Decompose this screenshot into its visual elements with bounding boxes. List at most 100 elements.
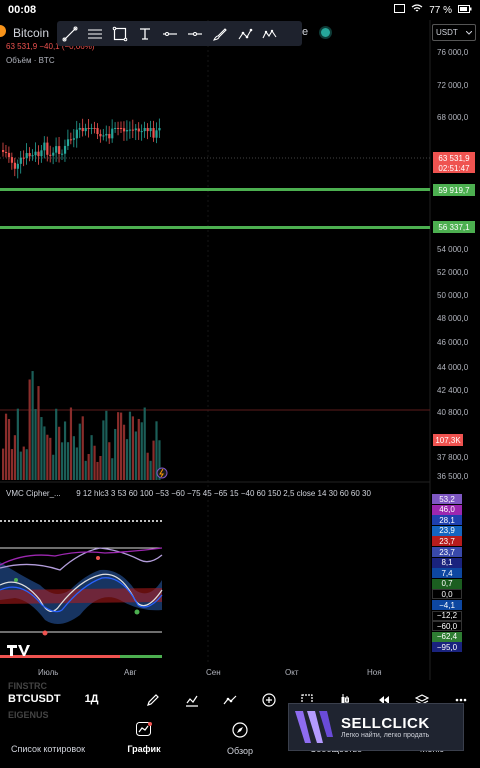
oscillator-value-badge: 53,2 bbox=[432, 494, 462, 504]
volume-bar bbox=[105, 410, 108, 480]
sellclick-logo-icon bbox=[295, 711, 333, 743]
oscillator-legend[interactable]: VMC Cipher_... 9 12 hlc3 3 53 60 100 −53… bbox=[6, 489, 371, 498]
nav-item-chart[interactable]: График bbox=[96, 718, 192, 768]
candle-body bbox=[78, 128, 81, 130]
candle-body bbox=[46, 142, 49, 155]
price-tick: 46 000,0 bbox=[437, 338, 469, 347]
candlestick-series bbox=[2, 118, 161, 179]
volume-bar bbox=[128, 411, 132, 480]
pencil-icon[interactable] bbox=[142, 689, 164, 711]
chart-canvas[interactable]: 76 000,0 72 000,0 68 000,0 54 000,0 52 0… bbox=[0, 0, 480, 768]
volume-bar bbox=[63, 421, 67, 480]
horizontal-line-icon[interactable] bbox=[182, 21, 207, 46]
volume-bar bbox=[152, 440, 155, 480]
oscillator-value-badge: 8,1 bbox=[432, 557, 462, 568]
abc-pattern-icon[interactable] bbox=[232, 21, 257, 46]
trend-bar-red bbox=[0, 655, 120, 658]
volume-bar bbox=[43, 426, 46, 480]
candle-body bbox=[155, 130, 158, 138]
volume-bar bbox=[78, 423, 81, 480]
candle-body bbox=[128, 129, 132, 131]
trend-line-icon[interactable] bbox=[219, 689, 241, 711]
volume-bar bbox=[96, 461, 99, 480]
volume-bar bbox=[31, 371, 34, 480]
volume-bar bbox=[149, 460, 152, 480]
candle-body bbox=[69, 139, 73, 141]
ad-brand: SELLCLICK bbox=[341, 715, 430, 732]
volume-bar bbox=[111, 458, 114, 480]
horizontal-ray-icon[interactable] bbox=[157, 21, 182, 46]
volume-bar bbox=[69, 407, 73, 480]
oscillator-value-badge: 23,7 bbox=[432, 536, 462, 547]
oscillator-value-badge: −12,2 bbox=[432, 610, 462, 621]
oscillator-value-badge: 46,0 bbox=[432, 504, 462, 515]
rectangle-icon[interactable] bbox=[107, 21, 132, 46]
ticker-symbol[interactable]: BTCUSDT bbox=[8, 693, 61, 705]
time-tick: Окт bbox=[285, 668, 299, 677]
volume-bar bbox=[4, 413, 8, 480]
volume-bar bbox=[137, 418, 140, 480]
volume-bar bbox=[87, 453, 90, 480]
brush-icon[interactable] bbox=[207, 21, 232, 46]
ticker-row[interactable]: BTCUSDT 1Д bbox=[8, 693, 99, 705]
add-icon[interactable] bbox=[258, 689, 280, 711]
volume-bar bbox=[2, 448, 5, 480]
volume-bar bbox=[66, 442, 70, 480]
volume-bar bbox=[46, 434, 49, 480]
compass-icon bbox=[232, 722, 248, 743]
sell-signal-dot bbox=[42, 630, 48, 636]
price-axis[interactable]: 76 000,0 72 000,0 68 000,0 54 000,0 52 0… bbox=[437, 48, 469, 481]
indicators-icon[interactable] bbox=[181, 689, 203, 711]
volume-bar bbox=[40, 417, 43, 480]
volume-bar bbox=[28, 379, 31, 480]
candle-body bbox=[72, 138, 75, 140]
volume-bar bbox=[93, 445, 96, 480]
support-level-lower[interactable] bbox=[0, 226, 430, 229]
candle-body bbox=[37, 151, 40, 157]
candle-body bbox=[16, 163, 19, 169]
oscillator-pane[interactable] bbox=[0, 520, 163, 658]
candle-body bbox=[87, 128, 90, 129]
buy-signal-dot bbox=[134, 609, 140, 615]
volume-bar bbox=[37, 386, 40, 480]
volume-bar bbox=[25, 449, 28, 480]
oscillator-value-badge: 7,4 bbox=[432, 568, 462, 579]
candle-body bbox=[122, 128, 126, 132]
time-axis[interactable]: Июль Авг Сен Окт Ноя bbox=[0, 666, 430, 680]
xabcd-pattern-icon[interactable] bbox=[257, 21, 282, 46]
volume-bar bbox=[72, 436, 75, 480]
candle-body bbox=[61, 153, 64, 155]
ghost-symbol: FINSTRC bbox=[8, 681, 47, 691]
candle-body bbox=[84, 128, 87, 132]
trend-bar-green bbox=[120, 655, 162, 658]
candle-body bbox=[10, 157, 14, 163]
price-tick: 52 000,0 bbox=[437, 268, 469, 277]
volume-bar bbox=[49, 437, 52, 480]
lightning-icon[interactable] bbox=[156, 467, 168, 479]
oscillator-value-badge: 28,1 bbox=[432, 515, 462, 526]
volume-bar bbox=[134, 431, 137, 480]
oscillator-value-badge: −95,0 bbox=[432, 642, 462, 653]
countdown-badge: 02:51:47 bbox=[433, 163, 475, 173]
oscillator-value-badge: −4,1 bbox=[432, 600, 462, 610]
candle-body bbox=[66, 139, 70, 146]
volume-bar bbox=[102, 420, 105, 480]
volume-bar bbox=[84, 460, 87, 480]
signal-dot bbox=[96, 556, 100, 560]
nav-item-watchlist[interactable]: Список котировок bbox=[0, 718, 96, 768]
text-tool-icon[interactable] bbox=[132, 21, 157, 46]
ad-banner[interactable]: SELLCLICK Легко найти, легко продать bbox=[288, 703, 464, 751]
candle-body bbox=[158, 128, 161, 131]
support-level-upper[interactable] bbox=[0, 188, 430, 191]
candle-body bbox=[22, 157, 25, 159]
candle-body bbox=[111, 128, 114, 139]
candle-body bbox=[143, 128, 146, 132]
nav-item-explore[interactable]: Обзор bbox=[192, 718, 288, 768]
interval-select[interactable]: 1Д bbox=[85, 693, 99, 705]
volume-bar bbox=[34, 409, 37, 480]
price-tick: 76 000,0 bbox=[437, 48, 469, 57]
trend-line-tool-icon[interactable] bbox=[57, 21, 82, 46]
volume-bar bbox=[117, 412, 120, 480]
volume-bar bbox=[131, 416, 134, 480]
parallel-channel-icon[interactable] bbox=[82, 21, 107, 46]
